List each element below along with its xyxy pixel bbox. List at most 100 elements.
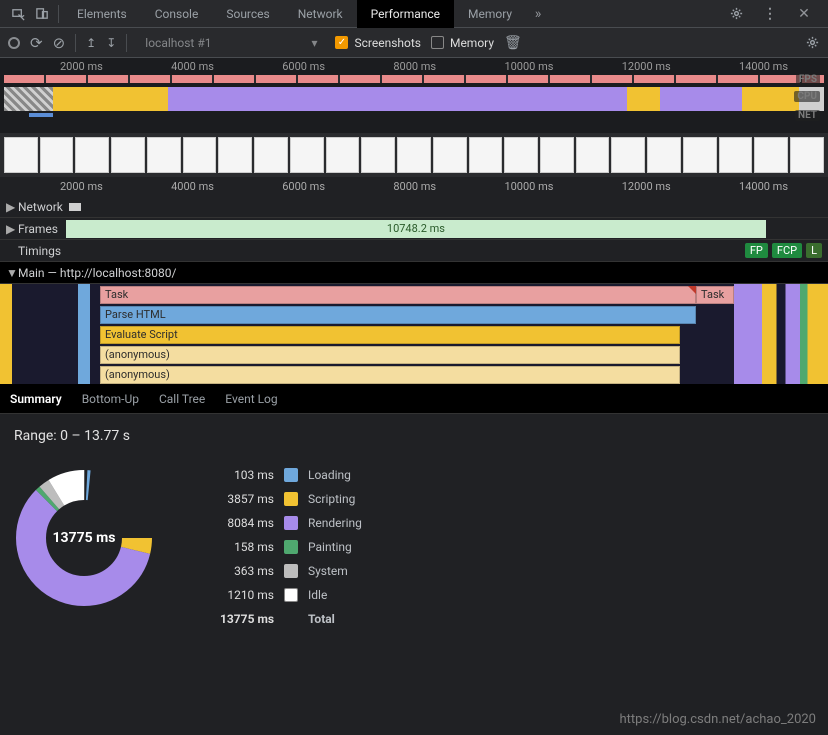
details-tabs: Summary Bottom-Up Call Tree Event Log — [0, 384, 828, 414]
tick: 8000 ms — [393, 60, 436, 73]
checkbox-label: Screenshots — [354, 36, 420, 50]
tab-label: Sources — [226, 7, 269, 21]
swatch — [284, 540, 298, 554]
upload-icon[interactable]: ↥ — [86, 36, 96, 50]
network-section[interactable]: ▶ Network — [0, 196, 828, 218]
tab-performance[interactable]: Performance — [357, 0, 454, 28]
flame-anon[interactable]: (anonymous) — [100, 346, 680, 364]
legend-total: 13775 msTotal — [204, 612, 362, 626]
tick: 6000 ms — [282, 180, 325, 193]
screenshots-checkbox[interactable]: ✓ Screenshots — [335, 36, 420, 50]
tick: 4000 ms — [171, 180, 214, 193]
tab-label: Console — [155, 7, 199, 21]
tab-label: Elements — [77, 7, 127, 21]
section-label: Main — http://localhost:8080/ — [18, 266, 176, 280]
gear-icon[interactable] — [724, 6, 748, 22]
kebab-icon[interactable]: ⋮ — [758, 6, 782, 22]
frames-section[interactable]: ▶ Frames 10748.2 ms — [0, 218, 828, 240]
tab-bottomup[interactable]: Bottom-Up — [82, 392, 139, 406]
flame-chart[interactable]: Task Task Parse HTML Evaluate Script (an… — [0, 284, 828, 384]
section-label: Network — [18, 200, 63, 214]
flame-parse-html[interactable]: Parse HTML — [100, 306, 696, 324]
tick: 2000 ms — [60, 180, 103, 193]
tab-sources[interactable]: Sources — [212, 0, 283, 28]
device-toggle-icon[interactable] — [30, 6, 54, 21]
trash-icon[interactable]: 🗑 — [504, 35, 522, 51]
tab-calltree[interactable]: Call Tree — [159, 392, 205, 406]
frame-bar[interactable]: 10748.2 ms — [66, 220, 766, 238]
recording-name: localhost #1 — [145, 36, 211, 50]
frame-duration: 10748.2 ms — [387, 222, 445, 235]
tick: 12000 ms — [622, 60, 671, 73]
tick: 6000 ms — [282, 60, 325, 73]
chevron-down-icon: ▼ — [6, 266, 18, 280]
tab-summary[interactable]: Summary — [10, 392, 62, 406]
flame-task[interactable]: Task — [100, 286, 696, 304]
fcp-badge[interactable]: FCP — [772, 243, 802, 258]
legend-row: 3857 msScripting — [204, 492, 362, 506]
tick: 8000 ms — [393, 180, 436, 193]
chevron-down-icon: ▾ — [311, 36, 317, 50]
overview-ruler: 2000 ms 4000 ms 6000 ms 8000 ms 10000 ms… — [0, 58, 828, 75]
record-button[interactable] — [8, 37, 20, 49]
swatch — [284, 516, 298, 530]
more-tabs-icon[interactable]: » — [526, 6, 550, 22]
fps-label: FPS — [796, 74, 820, 85]
inspect-icon[interactable] — [6, 6, 30, 21]
tab-elements[interactable]: Elements — [63, 0, 141, 28]
tab-eventlog[interactable]: Event Log — [225, 392, 277, 406]
range-text: Range: 0 – 13.77 s — [14, 428, 814, 444]
donut-center-label: 13775 ms — [14, 468, 154, 608]
screenshot-filmstrip[interactable] — [0, 133, 828, 177]
flame-anon[interactable]: (anonymous) — [100, 366, 680, 384]
legend-row: 363 msSystem — [204, 564, 362, 578]
cpu-label: CPU — [794, 91, 820, 102]
checkbox-icon: ✓ — [335, 36, 348, 49]
legend: 103 msLoading 3857 msScripting 8084 msRe… — [204, 468, 362, 626]
tab-network[interactable]: Network — [284, 0, 357, 28]
tick: 10000 ms — [504, 60, 553, 73]
fp-badge[interactable]: FP — [745, 243, 768, 258]
section-label: Timings — [18, 244, 61, 258]
devtools-tab-row: Elements Console Sources Network Perform… — [0, 0, 828, 28]
load-badge[interactable]: L — [806, 243, 822, 258]
swatch — [284, 468, 298, 482]
download-icon[interactable]: ↧ — [106, 36, 116, 50]
performance-toolbar: ⟳ ⊘ ↥ ↧ localhost #1 ▾ ✓ Screenshots Mem… — [0, 28, 828, 58]
tick: 10000 ms — [504, 180, 553, 193]
flame-eval-script[interactable]: Evaluate Script — [100, 326, 680, 344]
main-section[interactable]: ▼ Main — http://localhost:8080/ — [0, 262, 828, 284]
legend-row: 1210 msIdle — [204, 588, 362, 602]
close-icon[interactable]: ✕ — [792, 6, 816, 22]
summary-donut: 13775 ms — [14, 468, 154, 608]
timings-section[interactable]: Timings FP FCP L — [0, 240, 828, 262]
tab-memory[interactable]: Memory — [454, 0, 526, 28]
gear-icon[interactable] — [805, 35, 820, 50]
tick: 4000 ms — [171, 60, 214, 73]
checkbox-label: Memory — [450, 36, 494, 50]
checkbox-icon — [431, 36, 444, 49]
flame-task[interactable]: Task — [696, 286, 734, 304]
legend-row: 8084 msRendering — [204, 516, 362, 530]
chevron-right-icon: ▶ — [6, 200, 18, 214]
tick: 14000 ms — [739, 60, 788, 73]
reload-icon[interactable]: ⟳ — [30, 34, 43, 52]
detail-ruler: 2000 ms 4000 ms 6000 ms 8000 ms 10000 ms… — [0, 177, 828, 196]
tick: 2000 ms — [60, 60, 103, 73]
overview-panel[interactable]: 2000 ms 4000 ms 6000 ms 8000 ms 10000 ms… — [0, 58, 828, 133]
cpu-strip: CPU — [4, 87, 824, 111]
swatch — [284, 588, 298, 602]
recording-select[interactable]: localhost #1 ▾ — [137, 36, 325, 50]
swatch — [284, 492, 298, 506]
memory-checkbox[interactable]: Memory — [431, 36, 494, 50]
tab-console[interactable]: Console — [141, 0, 213, 28]
clear-icon[interactable]: ⊘ — [53, 34, 66, 52]
watermark: https://blog.csdn.net/achao_2020 — [620, 712, 817, 727]
chevron-right-icon: ▶ — [6, 222, 18, 236]
legend-row: 103 msLoading — [204, 468, 362, 482]
swatch — [284, 564, 298, 578]
tick: 12000 ms — [622, 180, 671, 193]
tab-label: Performance — [371, 7, 440, 21]
summary-panel: Range: 0 – 13.77 s 13775 ms 103 msLoadin… — [0, 414, 828, 640]
section-label: Frames — [18, 222, 58, 236]
